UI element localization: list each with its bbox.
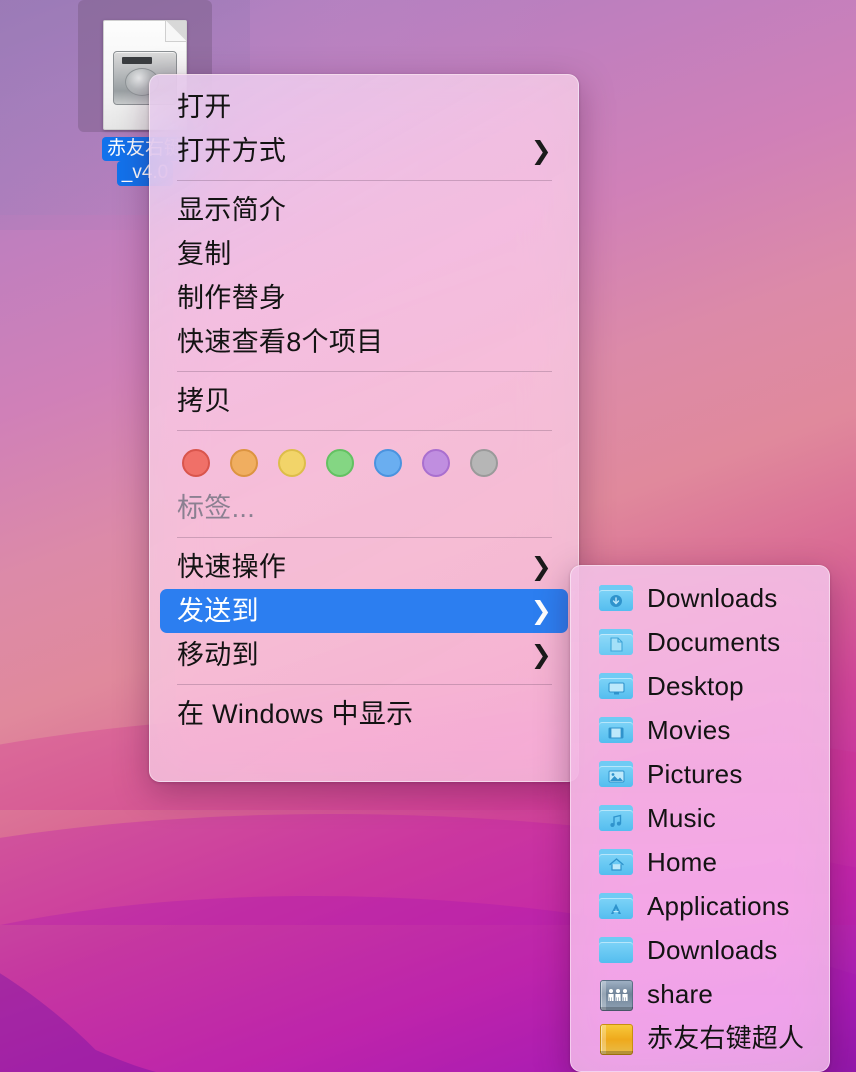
submenu-item-label: 赤友右键超人	[647, 1023, 805, 1053]
submenu-item-label: Desktop	[647, 671, 744, 701]
folder-music-icon	[599, 804, 633, 832]
menu-separator	[177, 537, 552, 538]
tag-orange[interactable]	[230, 449, 258, 477]
tag-red[interactable]	[182, 449, 210, 477]
menu-item-label: 显示简介	[177, 195, 287, 225]
submenu-item-share[interactable]: share	[571, 972, 829, 1016]
submenu-item-label: Home	[647, 847, 718, 877]
drive-orange-icon	[599, 1024, 633, 1055]
submenu-item-home[interactable]: Home	[571, 840, 829, 884]
menu-item-quick-actions[interactable]: 快速操作 ❯	[160, 545, 568, 589]
folder-documents-icon	[599, 628, 633, 656]
submenu-item-label: Downloads	[647, 935, 778, 965]
menu-item-label: 快速查看8个项目	[177, 327, 384, 357]
tag-gray[interactable]	[470, 449, 498, 477]
chevron-right-icon: ❯	[530, 136, 552, 165]
tag-color-row[interactable]	[150, 438, 578, 486]
submenu-item-label: share	[647, 979, 714, 1009]
submenu-item-downloads-plain[interactable]: Downloads	[571, 928, 829, 972]
menu-separator	[177, 684, 552, 685]
submenu-item-documents[interactable]: Documents	[571, 620, 829, 664]
chevron-right-icon: ❯	[530, 596, 552, 625]
submenu-item-chiyou-drive[interactable]: 赤友右键超人	[571, 1016, 829, 1060]
menu-item-label: 制作替身	[177, 283, 287, 313]
chevron-right-icon: ❯	[530, 640, 552, 669]
tags-input[interactable]: 标签...	[160, 486, 568, 530]
context-menu[interactable]: 打开 打开方式 ❯ 显示简介 复制 制作替身 快速查看8个项目 拷贝 标签...…	[149, 74, 579, 782]
folder-desktop-icon	[599, 672, 633, 700]
drive-share-icon	[599, 980, 633, 1011]
chevron-right-icon: ❯	[530, 552, 552, 581]
wallpaper-wave-4	[0, 900, 479, 1072]
menu-item-label: 打开方式	[177, 136, 287, 166]
submenu-item-label: Applications	[647, 891, 790, 921]
folder-downloads-icon	[599, 584, 633, 612]
submenu-item-label: Pictures	[647, 759, 743, 789]
tag-green[interactable]	[326, 449, 354, 477]
submenu-item-label: Movies	[647, 715, 731, 745]
menu-item-label: 移动到	[177, 640, 259, 670]
send-to-submenu[interactable]: Downloads Documents Desktop Movies Pictu…	[570, 565, 830, 1072]
menu-item-label: 复制	[177, 239, 232, 269]
submenu-item-music[interactable]: Music	[571, 796, 829, 840]
menu-separator	[177, 430, 552, 431]
folder-movies-icon	[599, 716, 633, 744]
tag-blue[interactable]	[374, 449, 402, 477]
submenu-item-downloads[interactable]: Downloads	[571, 576, 829, 620]
submenu-item-label: Music	[647, 803, 716, 833]
folder-pictures-icon	[599, 760, 633, 788]
submenu-item-movies[interactable]: Movies	[571, 708, 829, 752]
menu-item-copy[interactable]: 拷贝	[160, 379, 568, 423]
tag-purple[interactable]	[422, 449, 450, 477]
menu-item-label: 发送到	[177, 596, 259, 626]
menu-item-label: 快速操作	[177, 552, 287, 582]
menu-separator	[177, 371, 552, 372]
submenu-item-pictures[interactable]: Pictures	[571, 752, 829, 796]
submenu-item-desktop[interactable]: Desktop	[571, 664, 829, 708]
menu-item-quick-look[interactable]: 快速查看8个项目	[160, 320, 568, 364]
menu-item-open-with[interactable]: 打开方式 ❯	[160, 129, 568, 173]
menu-item-make-alias[interactable]: 制作替身	[160, 276, 568, 320]
tag-yellow[interactable]	[278, 449, 306, 477]
folder-plain-icon	[599, 936, 633, 964]
desktop-background: 赤友右键 _v4.0 打开 打开方式 ❯ 显示简介 复制 制作替身 快速查看8个…	[0, 0, 856, 1072]
menu-item-send-to[interactable]: 发送到 ❯	[160, 589, 568, 633]
menu-separator	[177, 180, 552, 181]
submenu-item-label: Documents	[647, 627, 781, 657]
menu-item-show-in-windows[interactable]: 在 Windows 中显示	[160, 692, 568, 736]
menu-item-label: 拷贝	[177, 386, 232, 416]
menu-item-move-to[interactable]: 移动到 ❯	[160, 633, 568, 677]
folder-home-icon	[599, 848, 633, 876]
menu-item-duplicate[interactable]: 复制	[160, 232, 568, 276]
tags-placeholder-label: 标签...	[177, 493, 256, 523]
menu-item-label: 打开	[177, 92, 232, 122]
menu-item-open[interactable]: 打开	[160, 85, 568, 129]
menu-item-get-info[interactable]: 显示简介	[160, 188, 568, 232]
menu-item-label: 在 Windows 中显示	[177, 699, 414, 729]
folder-applications-icon	[599, 892, 633, 920]
submenu-item-label: Downloads	[647, 583, 778, 613]
submenu-item-applications[interactable]: Applications	[571, 884, 829, 928]
